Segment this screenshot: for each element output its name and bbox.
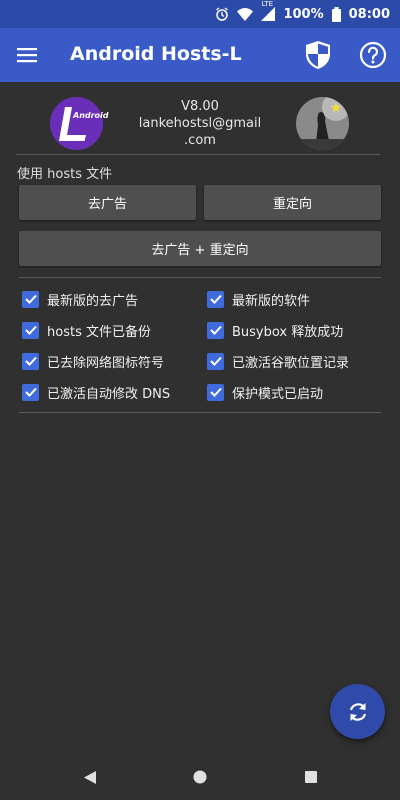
status-check-protect-mode[interactable]: 保护模式已启动 [207,381,323,403]
battery-percent: 100% [283,6,324,22]
check-icon [24,325,37,335]
wifi-icon [237,7,254,21]
shield-icon [306,41,330,69]
checkbox[interactable] [22,321,39,339]
check-icon [24,294,37,304]
status-check-busybox[interactable]: Busybox 释放成功 [207,319,343,341]
email-line-1: lankehostsl@gmail [138,116,262,131]
app-title: Android Hosts-L [70,43,242,65]
check-label: hosts 文件已备份 [47,324,151,340]
status-check-network-icon[interactable]: 已去除网络图标符号 [22,350,164,372]
recents-icon [305,771,317,783]
help-icon [359,41,387,69]
section-label: 使用 hosts 文件 [17,167,113,182]
check-label: 最新版的软件 [232,293,311,309]
check-label: Busybox 释放成功 [232,324,344,340]
logo-text: Android [73,111,109,120]
clock: 08:00 [348,6,390,22]
divider [16,154,380,155]
author-avatar[interactable] [296,97,349,150]
check-icon [24,387,37,397]
check-icon [24,356,37,366]
check-label: 已去除网络图标符号 [47,355,165,371]
adblock-button[interactable]: 去广告 [19,185,196,220]
check-icon [209,387,222,397]
checkbox[interactable] [207,352,224,370]
alarm-icon [215,7,229,21]
check-icon [209,325,222,335]
checkbox[interactable] [22,383,39,401]
email-line-2: .com [184,133,216,148]
system-nav-bar [0,752,400,800]
back-icon [84,770,96,784]
app-logo: Android [50,97,109,150]
status-bar: LTE 100% 08:00 [0,0,400,28]
signal-icon: LTE [261,0,276,21]
checkbox[interactable] [22,290,39,308]
check-label: 已激活自动修改 DNS [47,386,171,402]
nav-back-button[interactable] [81,768,99,786]
checkbox[interactable] [207,290,224,308]
help-button[interactable] [356,38,390,72]
status-check-latest-app[interactable]: 最新版的软件 [207,288,310,310]
divider [19,277,381,278]
version-label: V8.00 [181,99,219,114]
redirect-button[interactable]: 重定向 [204,185,381,220]
battery-icon [331,6,341,22]
status-check-google-location[interactable]: 已激活谷歌位置记录 [207,350,349,372]
adblock-redirect-button[interactable]: 去广告 + 重定向 [19,231,381,266]
divider [19,412,381,413]
app-info: V8.00 lankehostsl@gmail .com [135,98,265,149]
checkbox[interactable] [22,352,39,370]
check-label: 已激活谷歌位置记录 [232,355,350,371]
nav-recents-button[interactable] [302,768,320,786]
check-label: 保护模式已启动 [232,386,324,402]
status-check-hosts-backup[interactable]: hosts 文件已备份 [22,319,151,341]
app-bar: Android Hosts-L [0,28,400,82]
refresh-icon [349,702,366,721]
menu-button[interactable] [12,41,42,69]
check-icon [209,356,222,366]
check-icon [209,294,222,304]
status-check-auto-dns[interactable]: 已激活自动修改 DNS [22,381,170,403]
nav-home-button[interactable] [191,768,209,786]
checkbox[interactable] [207,321,224,339]
home-icon [193,770,207,784]
menu-icon [17,48,37,63]
refresh-button[interactable] [330,684,385,739]
checkbox[interactable] [207,383,224,401]
check-label: 最新版的去广告 [47,293,139,309]
status-check-latest-adblock[interactable]: 最新版的去广告 [22,288,138,310]
shield-button[interactable] [302,38,334,72]
